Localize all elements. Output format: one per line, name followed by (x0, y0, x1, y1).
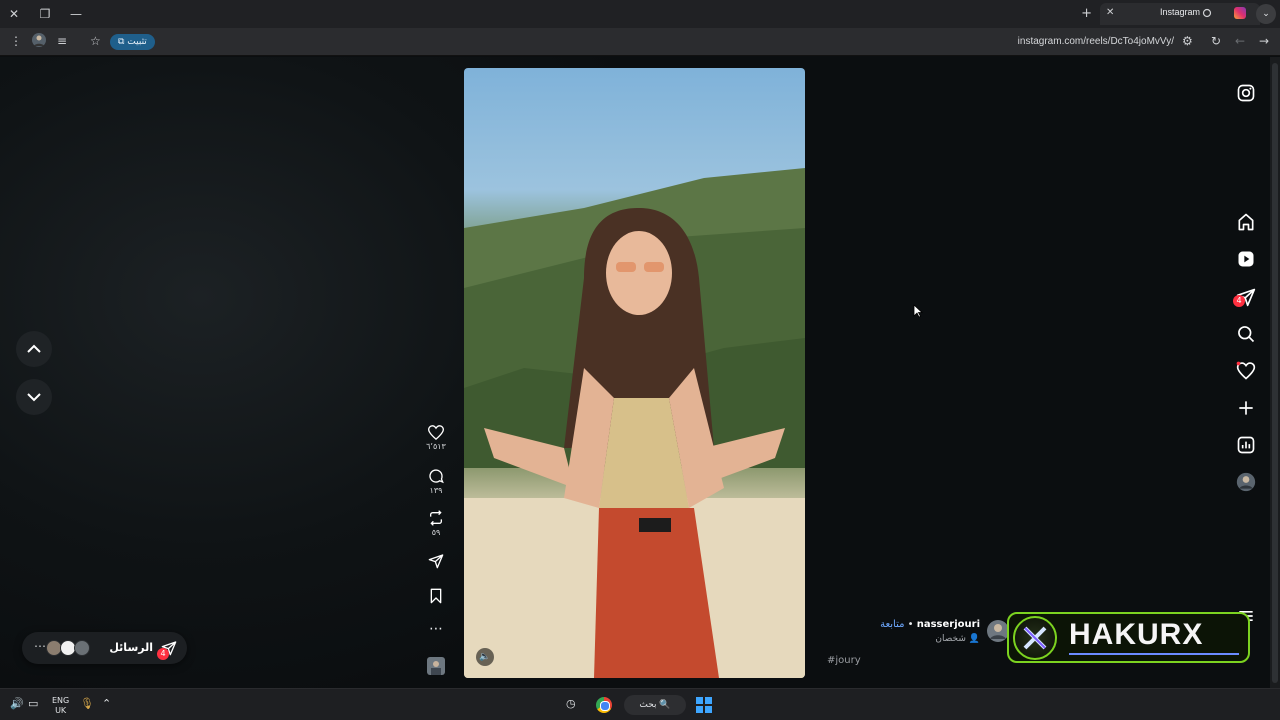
tray-chevron-icon[interactable]: ⌃ (102, 697, 111, 710)
back-icon[interactable]: → (1259, 34, 1269, 48)
minimize-window-icon[interactable]: — (68, 6, 84, 22)
reload-icon[interactable]: ↻ (1211, 34, 1221, 48)
close-window-icon[interactable]: ✕ (6, 6, 22, 22)
chevron-down-icon (27, 393, 41, 402)
hakurx-logo-icon (1013, 616, 1057, 660)
comment-button[interactable]: ١٣٩ (424, 468, 448, 495)
menu-kebab-icon[interactable]: ⋮ (10, 34, 22, 48)
banner-underline (1069, 653, 1239, 655)
messages-button[interactable]: ⋯ الرسائل 4 (22, 632, 187, 664)
forward-icon[interactable]: ← (1235, 34, 1245, 48)
dashboard-icon[interactable] (1236, 435, 1256, 455)
messages-more-icon: ⋯ (34, 639, 46, 653)
site-settings-icon[interactable]: ⚙ (1182, 34, 1193, 48)
next-reel-button[interactable] (16, 379, 52, 415)
tab-favicon-icon (1202, 8, 1212, 18)
reading-list-icon[interactable]: ≡ (57, 34, 67, 48)
language-code: ENG (52, 696, 70, 705)
send-icon (428, 554, 444, 569)
network-icon[interactable]: ▭ (28, 697, 38, 710)
author-username[interactable]: nasserjouri (917, 619, 980, 630)
new-tab-button[interactable]: + (1081, 6, 1092, 21)
bookmark-star-icon[interactable]: ☆ (90, 34, 101, 48)
avatar (74, 640, 90, 656)
follow-button[interactable]: متابعة (880, 619, 904, 630)
taskbar-search-label: بحث (639, 700, 657, 710)
chrome-taskbar-icon[interactable] (596, 697, 612, 713)
tab-title: Instagram (1159, 7, 1200, 17)
comment-count: ١٣٩ (429, 486, 443, 495)
browser-titlebar: ✕ ❐ — + ✕ Instagram ⌄ (0, 0, 1280, 28)
heart-icon (428, 425, 444, 440)
messages-label: الرسائل (109, 641, 153, 654)
audio-thumbnail[interactable] (424, 657, 448, 675)
install-app-label: تثبيت (127, 37, 147, 47)
volume-icon[interactable]: 🔊 (10, 697, 24, 710)
tab-search-chevron-icon[interactable]: ⌄ (1256, 4, 1276, 24)
reel-video[interactable]: 🔈 (464, 68, 805, 678)
repost-count: ٥٩ (431, 528, 441, 537)
mute-icon[interactable]: 🔈 (476, 648, 494, 666)
keyboard-layout: UK (55, 706, 67, 715)
recorder-app-icon[interactable]: ◷ (566, 697, 576, 710)
reels-icon[interactable] (1236, 249, 1256, 269)
language-indicator[interactable]: ENG UK (52, 696, 69, 716)
notifications-heart-icon[interactable] (1236, 361, 1256, 381)
bookmark-icon (430, 588, 442, 604)
hakurx-watermark: HAKURX (1007, 612, 1250, 663)
video-person (464, 208, 805, 678)
profile-avatar-icon[interactable] (32, 33, 46, 50)
messages-badge: 4 (157, 648, 169, 660)
notification-badge: 4 (1233, 295, 1245, 307)
person-icon: 👤 (968, 634, 980, 644)
create-plus-icon[interactable] (1236, 398, 1256, 418)
install-app-button[interactable]: ⧉ تثبيت (110, 34, 155, 50)
instagram-extension-icon[interactable] (1234, 7, 1246, 19)
save-button[interactable] (424, 588, 448, 604)
repost-button[interactable]: ٥٩ (424, 510, 448, 537)
microphone-icon[interactable]: 🎙 (80, 697, 94, 710)
like-count: ٦٬٥١٣ (426, 442, 446, 451)
comment-icon (429, 469, 444, 484)
collaborators-label[interactable]: شخصان (935, 634, 966, 644)
share-button[interactable] (424, 553, 448, 569)
previous-reel-button[interactable] (16, 331, 52, 367)
audio-avatar-icon (427, 657, 445, 675)
mouse-cursor-icon (913, 304, 923, 318)
chevron-up-icon (27, 344, 41, 353)
search-icon[interactable] (1236, 324, 1256, 344)
hakurx-brand: HAKURX (1069, 618, 1204, 651)
tab-close-icon[interactable]: ✕ (1106, 7, 1114, 18)
author-avatar[interactable] (987, 620, 1009, 642)
profile-avatar[interactable] (1236, 472, 1256, 492)
more-options-icon[interactable]: ⋯ (424, 622, 448, 636)
like-button[interactable]: ٦٬٥١٣ (424, 425, 448, 451)
reel-author: متابعة • nasserjouri شخصان 👤 (880, 619, 980, 644)
hashtag[interactable]: #joury (827, 655, 861, 666)
taskbar-search[interactable]: بحث 🔍 (624, 695, 686, 715)
repost-icon (430, 510, 442, 526)
instagram-logo-icon[interactable] (1236, 83, 1256, 103)
address-bar[interactable]: instagram.com/reels/DcTo4joMvVy/ (1018, 36, 1174, 47)
windows-start-icon[interactable] (696, 697, 712, 713)
restore-window-icon[interactable]: ❐ (37, 6, 53, 22)
windows-taskbar: 🔊 ▭ ENG UK 🎙 ⌃ ◷ بحث 🔍 (0, 688, 1280, 720)
page-scrollbar[interactable] (1270, 57, 1280, 688)
scrollbar-thumb[interactable] (1272, 63, 1278, 683)
home-icon[interactable] (1236, 212, 1256, 232)
